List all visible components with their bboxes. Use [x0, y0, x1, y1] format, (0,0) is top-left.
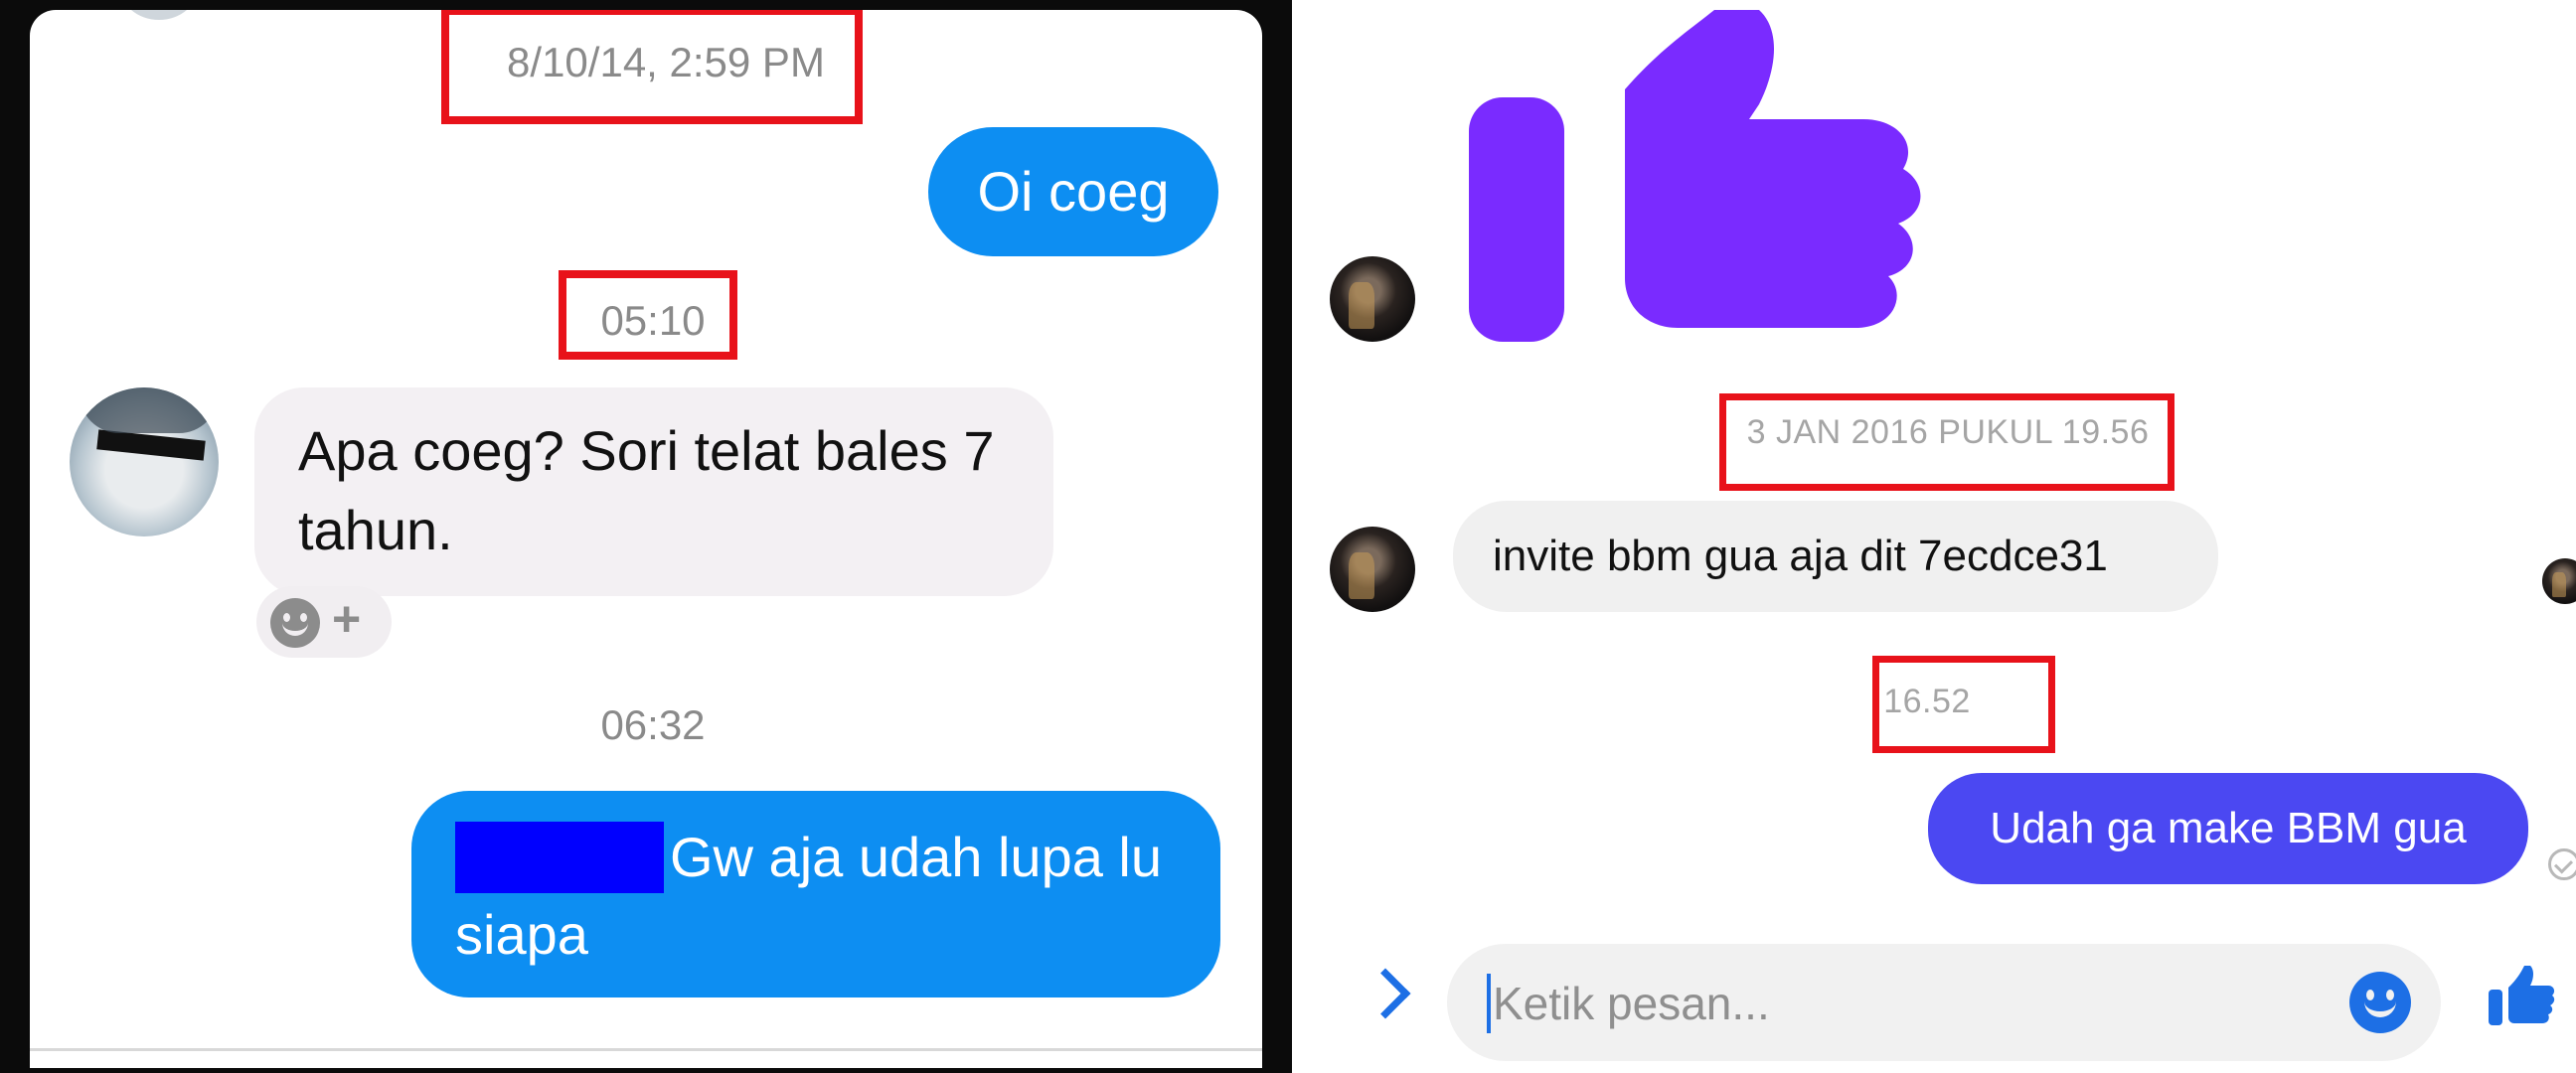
large-like-icon: [1469, 10, 1921, 342]
left-screenshot-panel: 8/10/14, 2:59 PM Oi coeg 05:10 Apa coeg?…: [0, 0, 1292, 1073]
right-screenshot-panel: 3 JAN 2016 PUKUL 19.56 invite bbm gua aj…: [1292, 0, 2576, 1073]
annotation-box-timestamp-2: [559, 270, 737, 360]
outgoing-message-2[interactable]: Gw aja udah lupa lu siapa: [411, 791, 1220, 997]
outgoing-message[interactable]: Udah ga make BBM gua: [1928, 773, 2528, 884]
contact-avatar-2[interactable]: [1330, 527, 1415, 612]
delivered-check-icon: [2548, 848, 2576, 880]
add-reaction-icon: +: [332, 591, 362, 647]
expand-chevron-icon[interactable]: [1360, 968, 1411, 1019]
text-cursor: [1487, 974, 1491, 1033]
reaction-button[interactable]: +: [256, 586, 392, 658]
annotation-box-timestamp-1: [1719, 393, 2174, 491]
annotation-box-timestamp-1: [441, 10, 863, 124]
top-partial-avatar: [119, 10, 199, 20]
message-line-2: siapa: [455, 903, 588, 966]
avatar-sunglasses: [96, 429, 206, 461]
like-button-icon[interactable]: [2487, 964, 2556, 1027]
composer-divider: [30, 1048, 1262, 1051]
outgoing-message-1[interactable]: Oi coeg: [928, 127, 1218, 256]
contact-avatar[interactable]: [70, 387, 219, 536]
timestamp-3: 06:32: [600, 701, 706, 748]
message-line-2: tahun.: [298, 499, 453, 561]
message-text: invite bbm gua aja dit 7ecdce31: [1493, 532, 2108, 580]
emoji-icon[interactable]: [2349, 972, 2411, 1033]
avatar-hair: [80, 387, 219, 433]
smiley-icon: [270, 598, 320, 648]
incoming-message[interactable]: Apa coeg? Sori telat bales 7 tahun.: [254, 387, 1053, 596]
message-line-1: Gw aja udah lupa lu: [670, 826, 1163, 888]
message-text: Udah ga make BBM gua: [1990, 804, 2467, 852]
message-text: Oi coeg: [977, 160, 1170, 223]
message-input[interactable]: Ketik pesan...: [1447, 944, 2441, 1061]
annotation-box-timestamp-2: [1872, 656, 2055, 753]
redaction-block: [455, 822, 664, 893]
message-line-1: Apa coeg? Sori telat bales 7: [298, 419, 995, 482]
contact-avatar-1[interactable]: [1330, 256, 1415, 342]
incoming-message[interactable]: invite bbm gua aja dit 7ecdce31: [1453, 501, 2218, 612]
left-chat-screen: 8/10/14, 2:59 PM Oi coeg 05:10 Apa coeg?…: [30, 10, 1262, 1068]
message-input-placeholder: Ketik pesan...: [1493, 978, 1770, 1029]
seen-avatar: [2542, 558, 2576, 604]
